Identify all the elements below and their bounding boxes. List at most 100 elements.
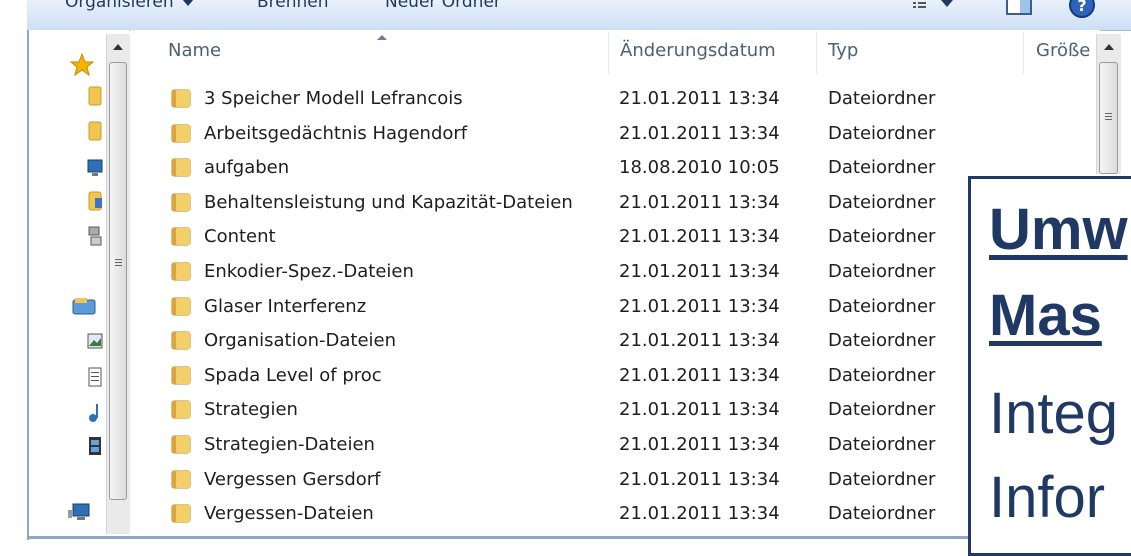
file-name[interactable]: aufgaben <box>204 157 289 178</box>
file-name[interactable]: Vergessen Gersdorf <box>204 469 381 490</box>
folder-icon <box>170 87 192 109</box>
preview-pane-icon[interactable] <box>1005 0 1033 20</box>
file-type: Dateiordner <box>828 88 936 109</box>
pictures-icon[interactable] <box>87 332 103 352</box>
table-row[interactable]: Strategien 21.01.2011 13:34 Dateiordner <box>130 393 1090 427</box>
file-type: Dateiordner <box>828 226 936 248</box>
table-row[interactable]: Vergessen Gersdorf 21.01.2011 13:34 Dateio… <box>130 463 1090 497</box>
table-row[interactable]: Behaltensleistung und Kapazität-Dateien 2… <box>130 186 1090 220</box>
column-name[interactable]: Name <box>168 40 221 61</box>
file-date: 21.01.2011 13:34 <box>619 226 780 248</box>
new-folder-button[interactable]: Neuer Ordner <box>385 0 501 12</box>
navigation-scrollbar[interactable] <box>106 34 130 534</box>
file-type: Dateiordner <box>828 434 936 455</box>
scrollbar-thumb[interactable] <box>1099 62 1118 174</box>
computer-icon[interactable] <box>67 502 93 522</box>
table-row[interactable]: 3 Speicher Modell Lefrancois 21.01.2011 1… <box>130 82 1090 116</box>
folder-icon <box>170 502 192 524</box>
column-date[interactable]: Änderungsdatum <box>620 40 776 61</box>
table-row[interactable]: Spada Level of proc 21.01.2011 13:34 Datei… <box>130 359 1090 393</box>
library-icon[interactable] <box>71 296 97 316</box>
file-date: 21.01.2011 13:34 <box>619 399 780 421</box>
file-date: 21.01.2011 13:34 <box>619 191 780 213</box>
file-type: Dateiordner <box>828 191 936 213</box>
table-row[interactable]: Vergessen-Dateien 21.01.2011 13:34 Dateior… <box>130 497 1090 531</box>
file-name[interactable]: Content <box>204 226 276 247</box>
grip-line <box>1105 113 1112 114</box>
file-name[interactable]: Glaser Interferenz <box>204 296 366 317</box>
svg-text:?: ? <box>1077 0 1086 15</box>
slide-heading-line-1: Umw <box>989 197 1128 262</box>
sort-ascending-icon <box>377 35 387 40</box>
view-options-icon[interactable] <box>911 0 959 18</box>
table-row[interactable]: Content 21.01.2011 13:34 Dateiordner <box>130 220 1090 254</box>
file-name[interactable]: Vergessen-Dateien <box>204 503 374 524</box>
file-type: Dateiordner <box>828 399 936 421</box>
file-name[interactable]: Strategien <box>204 399 298 420</box>
file-list-scrollbar[interactable] <box>1096 34 1121 174</box>
file-date: 21.01.2011 13:34 <box>619 503 780 525</box>
help-icon[interactable]: ? <box>1067 0 1097 24</box>
column-divider[interactable] <box>816 32 817 74</box>
folder-icon <box>170 156 192 178</box>
file-date: 21.01.2011 13:34 <box>619 434 780 455</box>
file-type: Dateiordner <box>828 503 936 525</box>
file-date: 21.01.2011 13:34 <box>619 88 780 109</box>
command-bar: Organisieren Brennen Neuer Ordner ? <box>27 0 1131 31</box>
file-type: Dateiordner <box>828 295 936 317</box>
folder-icon <box>170 364 192 386</box>
file-date: 18.08.2010 10:05 <box>619 157 780 179</box>
desktop-icon[interactable] <box>87 158 103 178</box>
column-divider[interactable] <box>1023 32 1024 74</box>
column-size[interactable]: Größe <box>1036 40 1090 61</box>
table-row[interactable]: aufgaben 18.08.2010 10:05 Dateiordner <box>130 151 1090 185</box>
file-name[interactable]: 3 Speicher Modell Lefrancois <box>204 88 463 109</box>
folder-icon <box>170 468 192 490</box>
column-divider[interactable] <box>608 32 609 74</box>
slide-text-line-4: Infor <box>989 465 1106 530</box>
slide-heading-line-2: Mas <box>989 283 1102 348</box>
file-type: Dateiordner <box>828 122 936 144</box>
file-name[interactable]: Enkodier-Spez.-Dateien <box>204 261 414 282</box>
folder-icon <box>170 191 192 213</box>
grip-line <box>1105 119 1112 120</box>
table-row[interactable]: Arbeitsgedächtnis Hagendorf 21.01.2011 13… <box>130 117 1090 151</box>
grip-line <box>115 265 122 266</box>
file-date: 21.01.2011 13:34 <box>619 261 780 282</box>
folder-icon <box>170 329 192 351</box>
table-row[interactable]: Enkodier-Spez.-Dateien 21.01.2011 13:34 Da… <box>130 255 1090 289</box>
grip-line <box>115 259 122 260</box>
music-icon[interactable] <box>87 402 103 422</box>
slide-text-line-3: Integ <box>989 381 1118 446</box>
table-row[interactable]: Glaser Interferenz 21.01.2011 13:34 Dateio… <box>130 290 1090 324</box>
folder-icon[interactable] <box>87 120 103 141</box>
scroll-up-icon[interactable] <box>113 44 123 50</box>
file-name[interactable]: Arbeitsgedächtnis Hagendorf <box>204 123 467 144</box>
slide-text-box: Umw Mas Integ Infor <box>968 176 1131 556</box>
star-icon[interactable] <box>69 52 95 78</box>
documents-icon[interactable] <box>87 366 103 387</box>
file-type: Dateiordner <box>828 330 936 352</box>
column-type[interactable]: Typ <box>828 40 858 61</box>
file-name[interactable]: Strategien-Dateien <box>204 434 375 455</box>
file-name[interactable]: Behaltensleistung und Kapazität-Dateien <box>204 192 573 213</box>
table-row[interactable]: Organisation-Dateien 21.01.2011 13:34 Date… <box>130 324 1090 358</box>
burn-button[interactable]: Brennen <box>257 0 329 12</box>
file-date: 21.01.2011 13:34 <box>619 468 780 490</box>
organize-menu[interactable]: Organisieren <box>65 0 194 12</box>
scroll-up-icon[interactable] <box>1104 44 1114 50</box>
folder-icon <box>170 260 192 282</box>
folder-icon <box>170 225 192 247</box>
file-name[interactable]: Spada Level of proc <box>204 365 382 386</box>
file-date: 21.01.2011 13:34 <box>619 330 780 352</box>
videos-icon[interactable] <box>87 435 103 455</box>
folder-icon[interactable] <box>87 85 103 106</box>
file-name[interactable]: Organisation-Dateien <box>204 330 396 351</box>
table-row[interactable]: Strategien-Dateien 21.01.2011 13:34 Dateio… <box>130 428 1090 462</box>
column-header: Name Änderungsdatum Typ Größe <box>130 30 1100 76</box>
file-type: Dateiordner <box>828 364 936 386</box>
network-icon[interactable] <box>87 225 103 246</box>
folder-icon[interactable] <box>87 190 103 211</box>
folder-icon <box>170 398 192 420</box>
scrollbar-thumb[interactable] <box>109 62 127 500</box>
